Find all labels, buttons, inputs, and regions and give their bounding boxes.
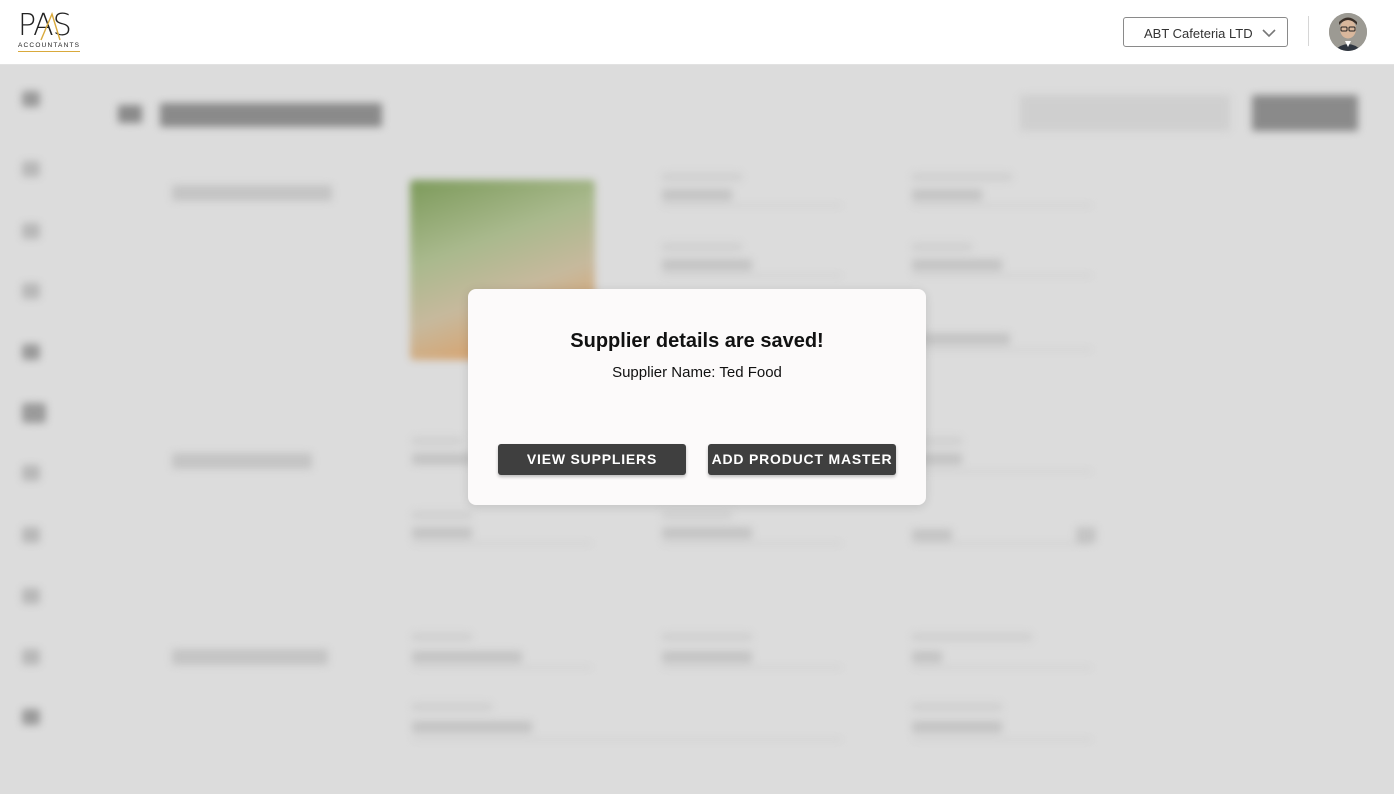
field-value — [912, 189, 982, 201]
field-value — [412, 651, 522, 663]
field-underline — [662, 275, 842, 276]
field-label — [412, 511, 472, 519]
field-value — [662, 527, 752, 539]
field-underline — [912, 471, 1092, 472]
field-underline — [412, 543, 592, 544]
sidebar-icon — [22, 91, 40, 107]
field-underline — [412, 739, 842, 740]
company-select[interactable]: ABT Cafeteria LTD — [1123, 17, 1288, 47]
field-underline — [662, 667, 842, 668]
sidebar-icon — [22, 403, 46, 423]
field-label — [912, 243, 972, 251]
field-underline — [912, 275, 1092, 276]
field-label — [912, 633, 1032, 641]
page-title — [160, 103, 382, 127]
top-header: PAS ACCOUNTANTS ABT Cafeteria LTD — [0, 0, 1394, 65]
field-label — [412, 633, 472, 641]
field-underline — [662, 543, 842, 544]
user-avatar[interactable] — [1329, 13, 1367, 51]
sidebar-icon — [22, 588, 40, 604]
logo-underline — [18, 51, 80, 52]
field-label — [662, 633, 752, 641]
field-underline — [662, 205, 842, 206]
section-heading — [172, 185, 332, 201]
field-label — [412, 703, 492, 711]
field-value — [920, 333, 1010, 345]
field-underline — [912, 667, 1092, 668]
toolbar-button — [1252, 95, 1358, 131]
section-heading — [172, 649, 328, 665]
sidebar-icon — [22, 527, 40, 543]
sidebar-icon — [22, 283, 40, 299]
field-label — [912, 703, 1002, 711]
field-value — [662, 651, 752, 663]
field-underline — [912, 543, 1092, 544]
dialog-subtitle: Supplier Name: Ted Food — [612, 364, 782, 381]
dialog-title: Supplier details are saved! — [570, 330, 824, 352]
add-product-master-button[interactable]: ADD PRODUCT MASTER — [708, 444, 896, 475]
field-value — [412, 453, 472, 465]
field-underline — [912, 349, 1092, 350]
chevron-down-icon — [1262, 29, 1276, 38]
field-value — [912, 259, 1002, 271]
field-underline — [912, 205, 1092, 206]
field-value — [912, 651, 942, 663]
field-label — [412, 437, 462, 445]
field-label — [662, 173, 742, 181]
view-suppliers-button[interactable]: VIEW SUPPLIERS — [498, 444, 686, 475]
field-underline — [912, 739, 1092, 740]
section-heading — [172, 453, 312, 469]
logo-subtext: ACCOUNTANTS — [18, 42, 81, 49]
sidebar-icon — [22, 161, 40, 177]
sidebar-icon — [22, 465, 40, 481]
field-underline — [412, 667, 592, 668]
sidebar-icon — [22, 709, 40, 725]
back-arrow-icon — [118, 105, 142, 123]
sidebar-icon — [22, 223, 40, 239]
header-divider — [1308, 16, 1309, 46]
field-value — [662, 259, 752, 271]
company-select-value: ABT Cafeteria LTD — [1144, 26, 1253, 41]
field-value — [412, 721, 532, 733]
field-value — [912, 721, 1002, 733]
sidebar-icon — [22, 344, 40, 360]
field-label — [662, 511, 732, 519]
dropdown-icon — [1076, 527, 1096, 543]
success-dialog: Supplier details are saved! Supplier Nam… — [468, 289, 926, 505]
field-value — [912, 529, 952, 541]
field-label — [912, 173, 1012, 181]
avatar-image — [1329, 13, 1367, 51]
toolbar-button — [1020, 95, 1230, 131]
field-value — [662, 189, 732, 201]
sidebar-icon — [22, 649, 40, 665]
pas-logo[interactable]: PAS ACCOUNTANTS — [18, 10, 80, 54]
field-value — [412, 527, 472, 539]
logo-swoosh-icon — [40, 12, 61, 41]
field-label — [662, 243, 742, 251]
